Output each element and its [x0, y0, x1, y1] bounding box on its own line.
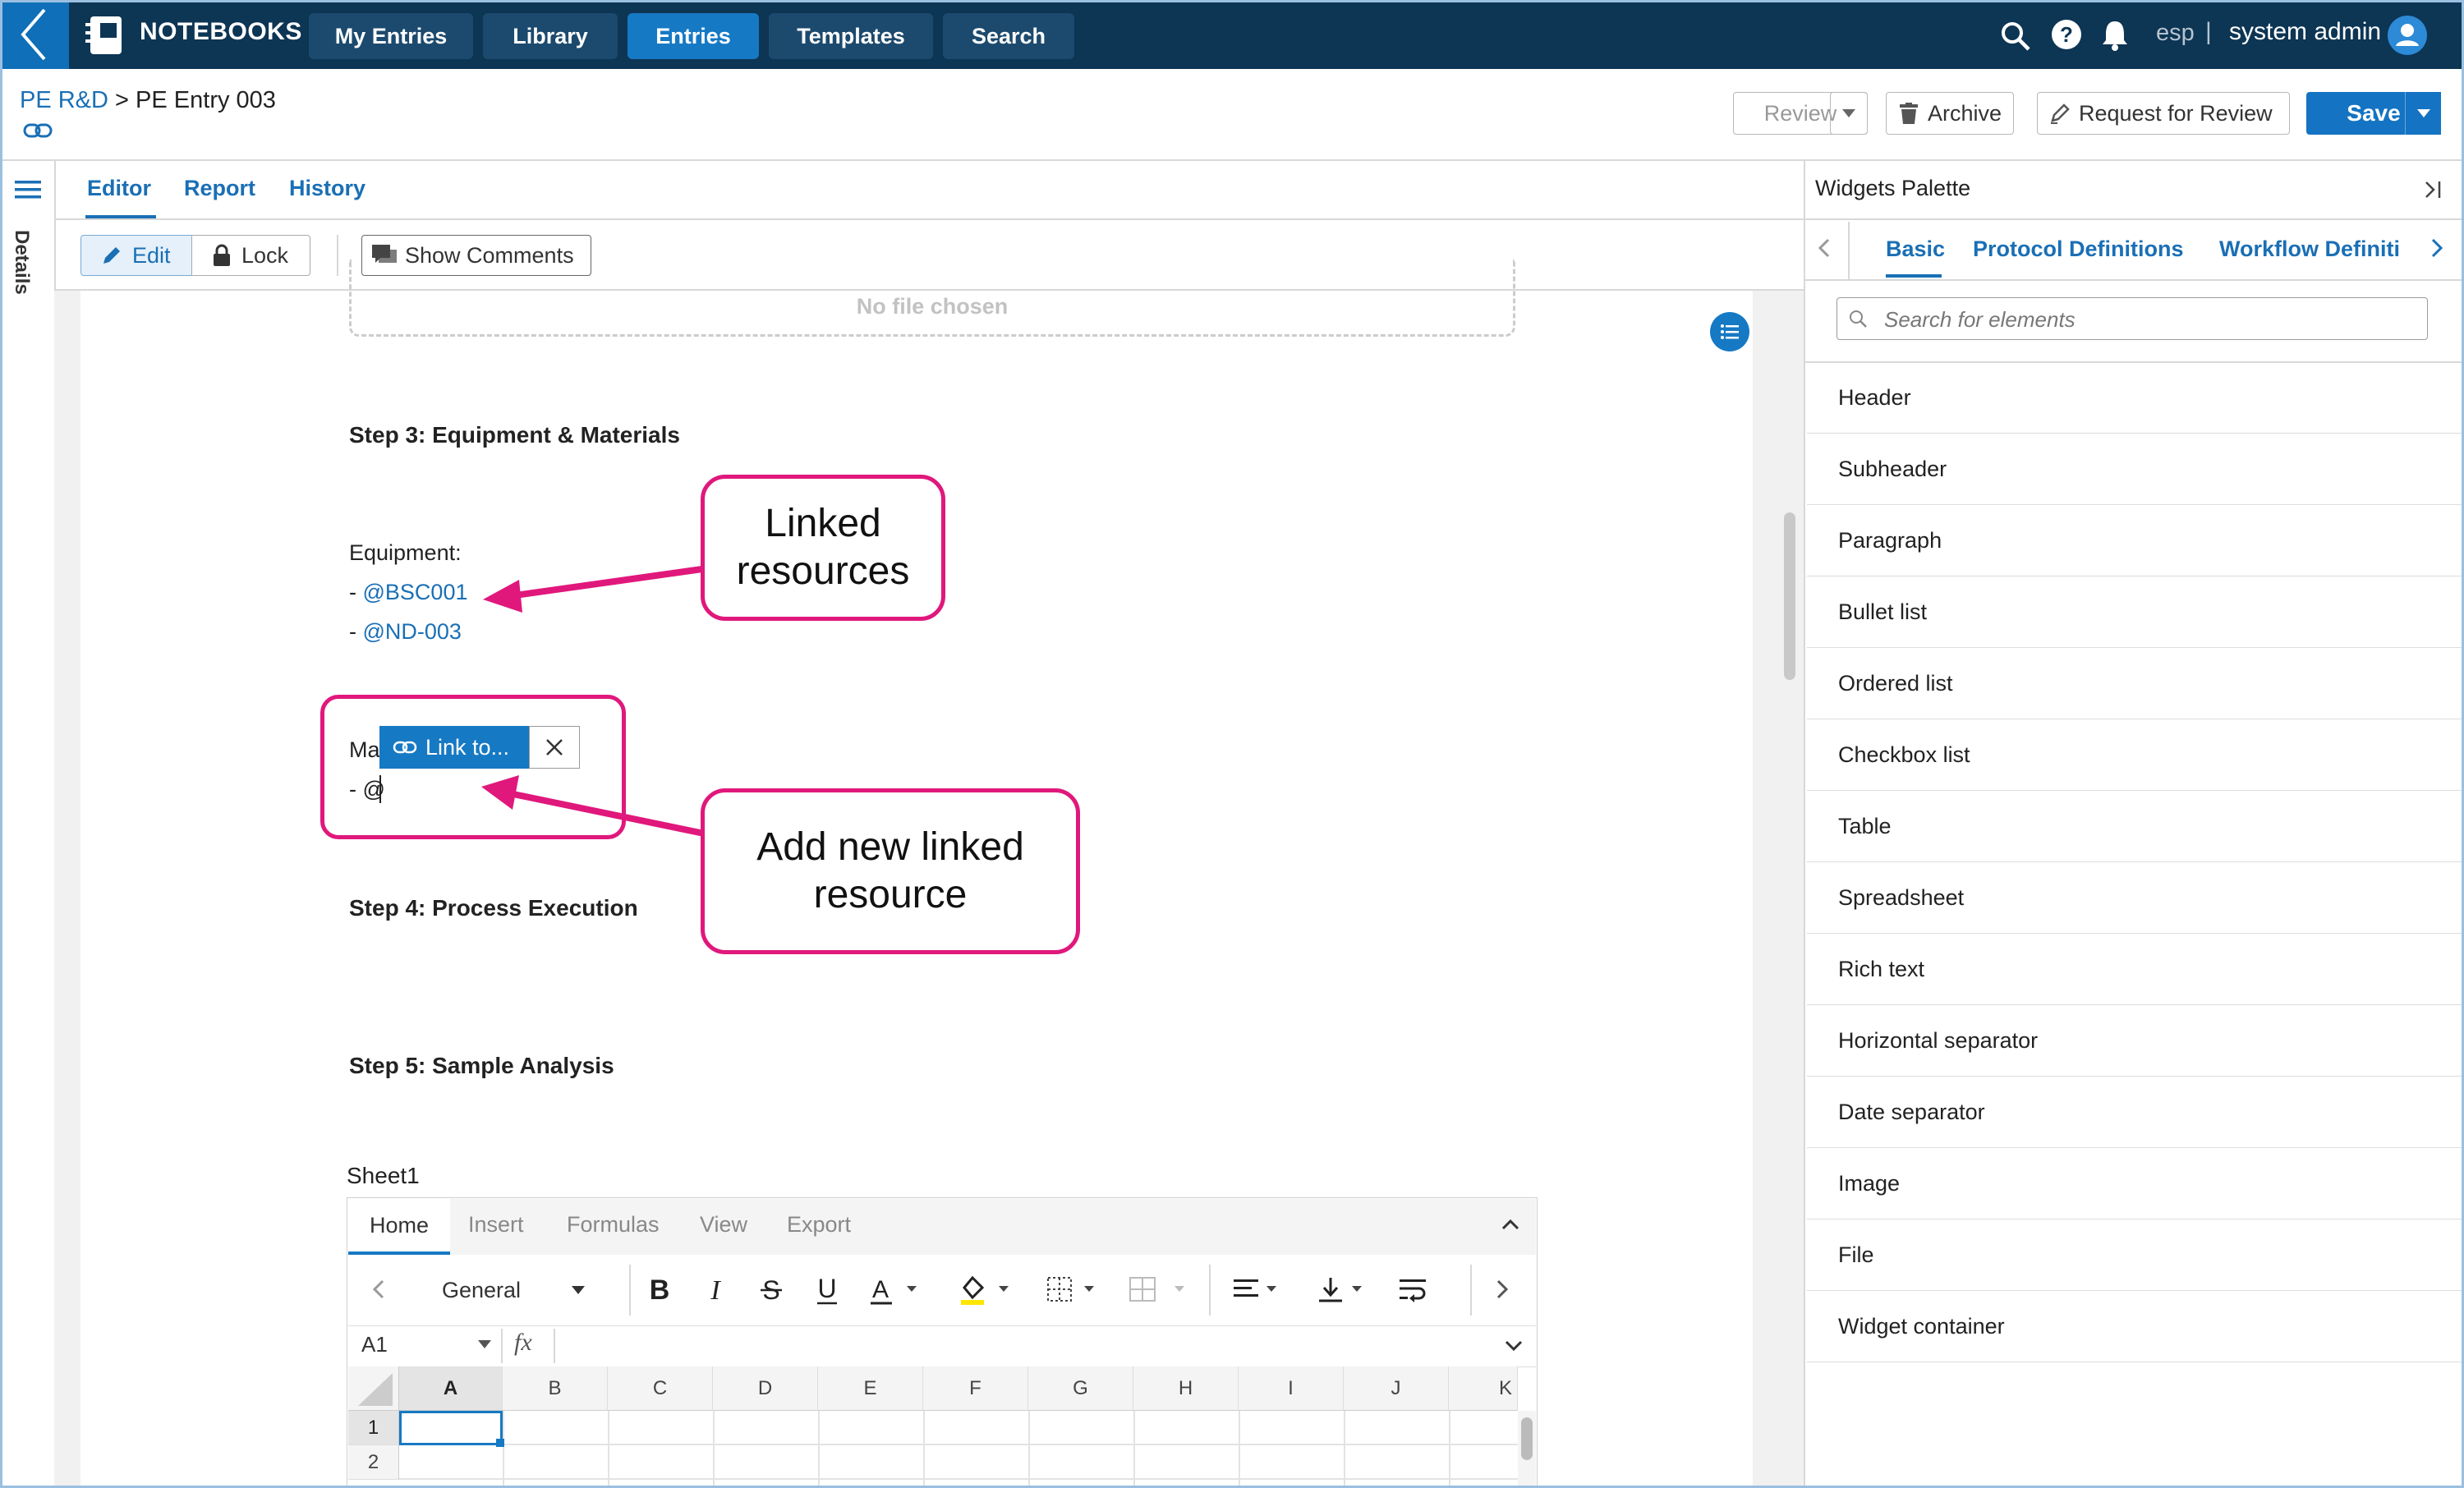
palette-tab-protocol-definitions[interactable]: Protocol Definitions [1973, 237, 2184, 262]
collapse-panel-icon[interactable] [2421, 177, 2446, 202]
spreadsheet-ribbon-tabs [348, 1199, 1536, 1255]
ss-tab-view[interactable]: View [700, 1212, 747, 1238]
row-header[interactable]: 1 [348, 1411, 399, 1445]
select-all-corner[interactable] [348, 1366, 399, 1411]
merge-cells-icon [1129, 1274, 1189, 1304]
widget-item-image[interactable]: Image [1807, 1148, 2464, 1219]
palette-tabs-scroll-left-icon[interactable] [1817, 237, 1832, 259]
widget-item-header[interactable]: Header [1807, 362, 2464, 434]
widget-item-spreadsheet[interactable]: Spreadsheet [1807, 862, 2464, 934]
corner-triangle-icon [358, 1373, 393, 1406]
strikethrough-icon[interactable]: S [759, 1274, 784, 1304]
formula-separator [554, 1329, 555, 1363]
wrap-text-icon[interactable] [1398, 1276, 1427, 1302]
widget-item-table[interactable]: Table [1807, 791, 2464, 862]
widget-item-ordered-list[interactable]: Ordered list [1807, 648, 2464, 719]
palette-tabs-scroll-right-icon[interactable] [2430, 237, 2444, 259]
annotation-text-line: resource [813, 873, 968, 916]
borders-icon[interactable] [1046, 1274, 1099, 1304]
annotation-text-line: Linked [765, 502, 881, 546]
palette-tabs: Basic Protocol Definitions Workflow Defi… [1848, 218, 2423, 281]
bold-icon[interactable]: B [647, 1274, 672, 1304]
column-header[interactable]: I [1239, 1366, 1344, 1411]
ss-tab-home[interactable]: Home [348, 1199, 450, 1255]
widget-item-paragraph[interactable]: Paragraph [1807, 505, 2464, 576]
annotation-add-new-linked-resource: Add new linked resource [701, 788, 1080, 954]
widget-item-rich-text[interactable]: Rich text [1807, 934, 2464, 1005]
column-header[interactable]: B [503, 1366, 608, 1411]
toolbar-scroll-left-icon[interactable] [371, 1278, 386, 1301]
vertical-align-icon[interactable] [1317, 1274, 1370, 1304]
widget-item-horizontal-separator[interactable]: Horizontal separator [1807, 1005, 2464, 1077]
svg-text:A: A [872, 1276, 889, 1303]
annotation-text-line: Add new linked [756, 825, 1024, 870]
underline-icon[interactable]: U [815, 1274, 839, 1306]
svg-text:B: B [650, 1274, 670, 1304]
column-header[interactable]: F [923, 1366, 1028, 1411]
annotation-linked-resources: Linked resources [701, 475, 945, 621]
spreadsheet-title: Sheet1 [347, 1163, 420, 1188]
fill-color-icon[interactable] [959, 1273, 1012, 1306]
widget-item-subheader[interactable]: Subheader [1807, 434, 2464, 505]
number-format-value: General [442, 1277, 522, 1302]
search-placeholder: Search for elements [1884, 307, 2076, 332]
ss-tab-insert[interactable]: Insert [468, 1212, 524, 1238]
expand-formula-icon[interactable] [1505, 1340, 1523, 1352]
widget-item-checkbox-list[interactable]: Checkbox list [1807, 719, 2464, 791]
svg-text:I: I [710, 1275, 721, 1304]
cell-grid[interactable] [399, 1411, 1518, 1488]
sheet-scroll-thumb[interactable] [1521, 1417, 1533, 1460]
widgets-palette-title: Widgets Palette [1815, 176, 1971, 200]
column-header[interactable]: J [1344, 1366, 1449, 1411]
widget-item-widget-container[interactable]: Widget container [1807, 1291, 2464, 1362]
widget-item-bullet-list[interactable]: Bullet list [1807, 576, 2464, 648]
cell-reference[interactable]: A1 [361, 1332, 388, 1357]
column-header[interactable]: E [818, 1366, 923, 1411]
toolbar-scroll-right-icon[interactable] [1495, 1278, 1510, 1301]
palette-tab-basic[interactable]: Basic [1886, 237, 1945, 262]
palette-tabs-divider [1804, 279, 2464, 281]
caret-down-icon [572, 1286, 585, 1294]
search-icon [1848, 309, 1868, 328]
palette-tab-workflow-definitions[interactable]: Workflow Definiti [2219, 237, 2400, 262]
column-header[interactable]: H [1133, 1366, 1239, 1411]
annotation-text-line: resources [736, 549, 910, 593]
ss-tab-formulas[interactable]: Formulas [567, 1212, 660, 1238]
column-header[interactable]: K [1449, 1366, 1518, 1411]
number-format-dropdown[interactable]: General [419, 1268, 601, 1312]
ss-tab-export[interactable]: Export [787, 1212, 851, 1238]
toolbar-separator [629, 1265, 631, 1316]
formula-separator [501, 1329, 503, 1363]
svg-text:U: U [817, 1274, 836, 1303]
row-header[interactable]: 2 [348, 1445, 399, 1480]
toolbar-separator [1209, 1265, 1211, 1316]
fx-label: fx [514, 1329, 532, 1356]
align-icon[interactable] [1232, 1276, 1285, 1302]
active-palette-tab-indicator [1886, 274, 1942, 278]
column-header[interactable]: C [608, 1366, 713, 1411]
selected-cell-a1[interactable] [399, 1411, 503, 1445]
right-panel-divider [1804, 159, 1805, 1488]
column-header[interactable]: D [713, 1366, 818, 1411]
cell-ref-dropdown-icon[interactable] [478, 1340, 491, 1348]
italic-icon[interactable]: I [703, 1274, 728, 1304]
formula-input[interactable] [562, 1329, 1498, 1363]
fill-handle[interactable] [496, 1439, 504, 1447]
toolbar-separator [1470, 1265, 1472, 1316]
collapse-ribbon-icon[interactable] [1501, 1219, 1519, 1230]
widget-item-file[interactable]: File [1807, 1219, 2464, 1291]
font-color-icon[interactable]: A [869, 1274, 920, 1306]
column-header[interactable]: G [1028, 1366, 1133, 1411]
widget-item-date-separator[interactable]: Date separator [1807, 1077, 2464, 1148]
column-header[interactable]: A [399, 1366, 503, 1411]
